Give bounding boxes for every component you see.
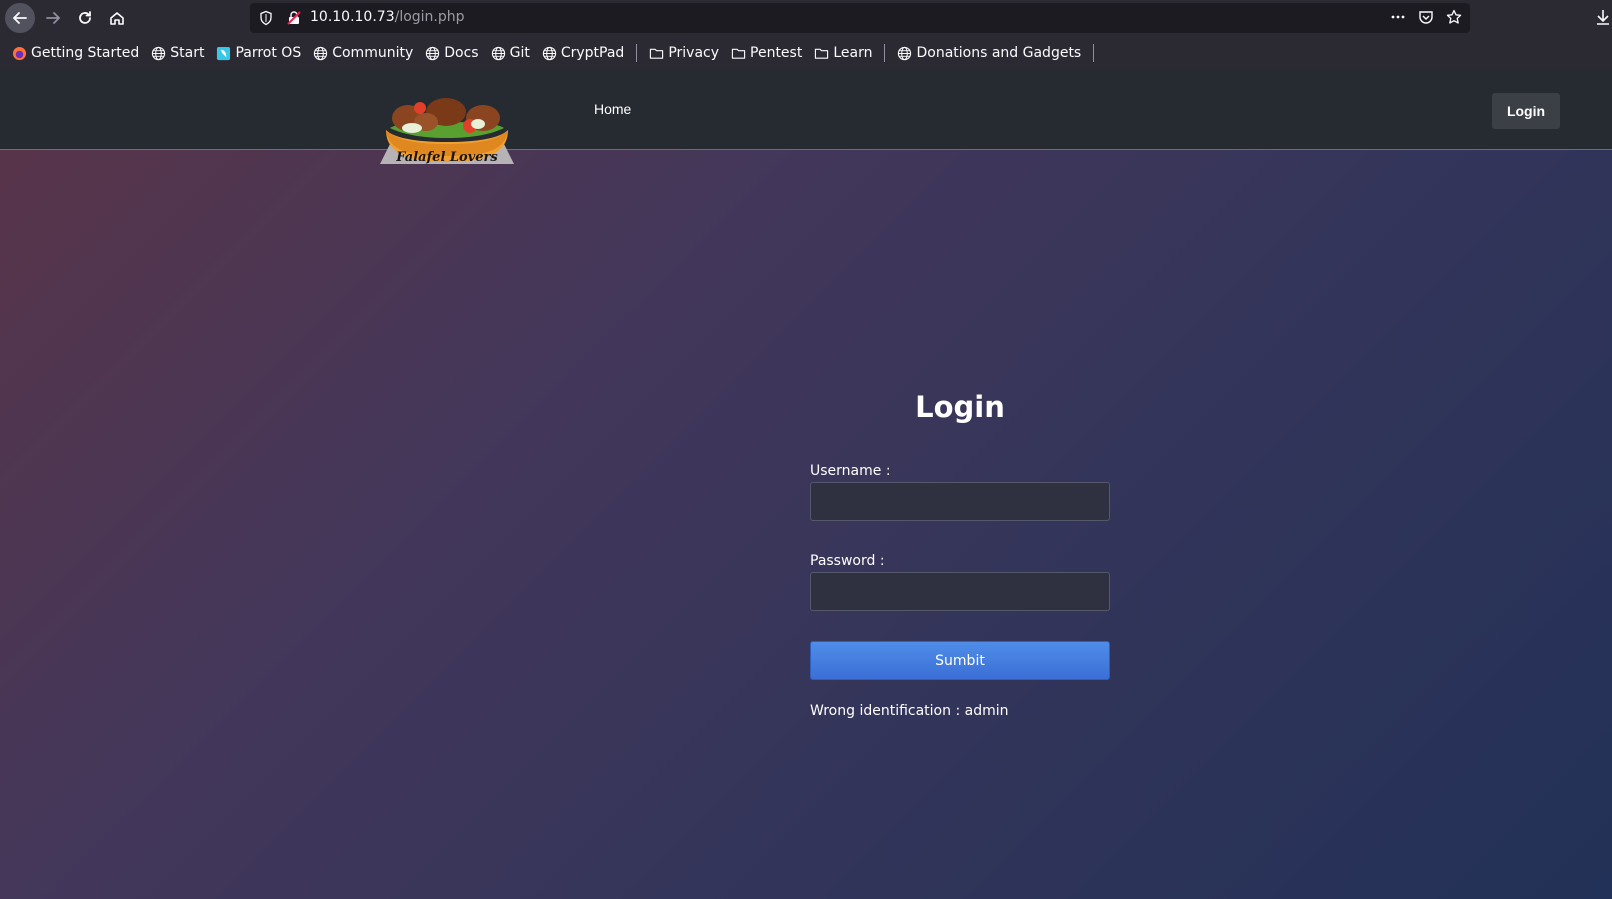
bookmark-label: Parrot OS [235,45,302,61]
bookmark-docs[interactable]: Docs [425,45,479,61]
bookmark-label: Start [170,45,205,61]
forward-button[interactable] [38,3,68,33]
bookmark-label: Community [332,45,414,61]
insecure-lock-icon[interactable] [286,10,302,26]
submit-button[interactable]: Sumbit [810,641,1110,680]
folder-icon [731,48,746,59]
bookmark-folder-learn[interactable]: Learn [814,45,872,61]
bookmark-start[interactable]: Start [151,45,204,61]
bookmark-label: CryptPad [560,45,625,61]
bookmark-separator [636,44,638,62]
bookmark-community[interactable]: Community [313,45,413,61]
pocket-icon[interactable] [1418,9,1434,25]
bookmark-label: Getting Started [31,45,140,61]
nav-login-button[interactable]: Login [1492,93,1560,129]
globe-icon [426,46,440,60]
home-button[interactable] [102,3,132,33]
globe-icon [152,46,166,60]
nav-home-link[interactable]: Home [594,101,631,117]
bookmark-separator [884,44,886,62]
password-input[interactable] [810,572,1110,611]
browser-toolbar: 10.10.10.73/login.php [0,0,1612,36]
bookmarks-bar: Getting Started Start Parrot OS Communit… [0,36,1612,70]
password-label: Password : [810,553,885,569]
arrow-left-icon [12,12,27,24]
username-label: Username : [810,463,891,479]
bookmark-folder-privacy[interactable]: Privacy [649,45,719,61]
bookmark-donations-and-gadgets[interactable]: Donations and Gadgets [897,45,1081,61]
more-actions-icon[interactable] [1390,9,1406,25]
login-title: Login [915,390,1005,424]
folder-icon [650,48,664,59]
bookmark-label: Privacy [668,45,720,61]
bookmark-cryptpad[interactable]: CryptPad [542,45,624,61]
bookmark-folder-pentest[interactable]: Pentest [731,45,802,61]
url-bar[interactable]: 10.10.10.73/login.php [250,3,1470,33]
shield-icon[interactable] [258,10,274,26]
bookmark-label: Git [509,45,530,61]
back-button[interactable] [5,3,35,33]
page-content: Home Login Falafel Lovers Login Username… [0,70,1612,899]
url-text[interactable]: 10.10.10.73/login.php [310,9,465,25]
logo-text: Falafel Lovers [395,150,498,165]
username-input[interactable] [810,482,1110,521]
bookmark-label: Learn [833,45,873,61]
home-icon [110,12,124,25]
reload-button[interactable] [70,3,100,33]
url-host: 10.10.10.73 [310,9,395,25]
bookmark-separator [1093,44,1095,62]
bookmark-label: Donations and Gadgets [916,45,1082,61]
download-icon[interactable] [1594,8,1612,26]
bookmark-star-icon[interactable] [1446,9,1462,25]
globe-icon [542,46,556,60]
bookmark-parrot-os[interactable]: Parrot OS [216,45,301,61]
arrow-right-icon [46,12,61,24]
bookmark-label: Pentest [750,45,803,61]
site-header: Home Login [0,70,1612,150]
error-message: Wrong identification : admin [810,703,1009,719]
globe-icon [898,46,912,60]
bookmark-git[interactable]: Git [491,45,530,61]
folder-icon [815,48,829,59]
reload-icon [79,11,91,24]
globe-icon [314,46,328,60]
url-actions [1390,9,1462,25]
falafel-lovers-logo[interactable]: Falafel Lovers [378,98,516,178]
globe-icon [491,46,505,60]
url-path: /login.php [394,9,465,25]
parrot-icon [217,46,231,60]
firefox-icon [12,46,27,60]
bookmark-getting-started[interactable]: Getting Started [12,45,139,61]
bookmark-label: Docs [444,45,479,61]
